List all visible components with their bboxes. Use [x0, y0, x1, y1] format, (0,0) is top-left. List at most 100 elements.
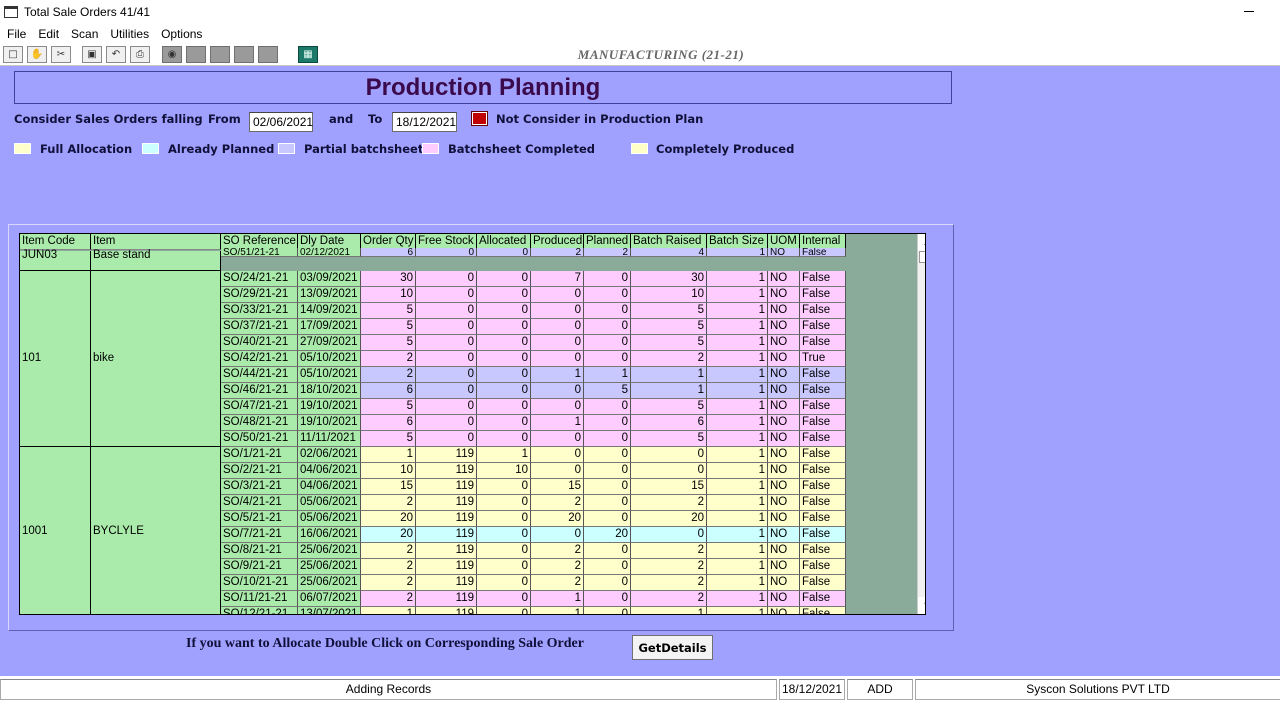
grid-cell[interactable]: 13/07/2021 [298, 607, 361, 614]
grid-cell[interactable]: False [800, 543, 846, 559]
grid-cell[interactable]: 0 [531, 399, 584, 415]
grid-cell[interactable]: NO [768, 559, 800, 575]
grid-cell[interactable]: SO/2/21-21 [221, 463, 298, 479]
grid-cell[interactable]: 7 [531, 271, 584, 287]
grid-cell[interactable]: 0 [584, 335, 631, 351]
grid-cell[interactable]: 5 [631, 399, 707, 415]
grid-cell[interactable]: 0 [477, 399, 531, 415]
grid-cell[interactable]: 30 [631, 271, 707, 287]
grid-cell[interactable]: NO [768, 248, 800, 257]
grid-cell[interactable]: False [800, 287, 846, 303]
grid-cell[interactable]: 2 [584, 248, 631, 257]
item-name-cell[interactable]: bike [91, 271, 221, 447]
sales-order-grid[interactable]: Item Code Item SO Reference Dly Date Order Q… [19, 233, 926, 615]
grid-cell[interactable]: False [800, 271, 846, 287]
grid-cell[interactable]: 1 [531, 367, 584, 383]
grid-cell[interactable]: NO [768, 463, 800, 479]
grid-cell[interactable]: 20 [531, 511, 584, 527]
grid-cell[interactable]: False [800, 479, 846, 495]
grid-cell[interactable]: 5 [631, 335, 707, 351]
grid-cell[interactable]: False [800, 463, 846, 479]
from-date-input[interactable]: 02/06/2021 [249, 112, 313, 132]
grid-cell[interactable]: 0 [584, 415, 631, 431]
grid-cell[interactable]: False [800, 383, 846, 399]
grid-cell[interactable]: 0 [584, 463, 631, 479]
grid-cell[interactable]: 20 [361, 527, 416, 543]
item-name-cell[interactable]: Base stand [91, 249, 221, 271]
grid-cell[interactable]: 5 [361, 319, 416, 335]
grid-cell[interactable]: 2 [531, 495, 584, 511]
grid-cell[interactable]: 0 [584, 447, 631, 463]
grid-cell[interactable]: SO/51/21-21 [221, 248, 298, 257]
grid-cell[interactable]: False [800, 511, 846, 527]
grid-cell[interactable]: NO [768, 319, 800, 335]
grid-cell[interactable]: False [800, 591, 846, 607]
grid-cell[interactable]: False [800, 415, 846, 431]
grid-cell[interactable]: 0 [416, 399, 477, 415]
grid-cell[interactable]: 6 [361, 248, 416, 257]
grid-cell[interactable]: SO/1/21-21 [221, 447, 298, 463]
grid-cell[interactable]: 0 [584, 559, 631, 575]
grid-cell[interactable]: NO [768, 527, 800, 543]
grid-cell[interactable]: False [800, 367, 846, 383]
grid-cell[interactable]: 1 [584, 367, 631, 383]
grid-cell[interactable]: 0 [584, 431, 631, 447]
grid-cell[interactable]: False [800, 607, 846, 614]
grid-cell[interactable]: SO/4/21-21 [221, 495, 298, 511]
grid-cell[interactable]: 18/10/2021 [298, 383, 361, 399]
grid-cell[interactable]: 0 [416, 431, 477, 447]
grid-cell[interactable]: 5 [631, 303, 707, 319]
grid-cell[interactable]: 15 [531, 479, 584, 495]
grid-cell[interactable]: 05/06/2021 [298, 495, 361, 511]
item-code-cell[interactable]: 1001 [20, 447, 91, 614]
undo-icon[interactable]: ↶ [106, 46, 126, 63]
grid-cell[interactable]: 0 [477, 271, 531, 287]
save-icon[interactable]: ▣ [82, 46, 102, 63]
grid-cell[interactable]: 1 [631, 383, 707, 399]
grid-cell[interactable]: 0 [416, 351, 477, 367]
grid-cell[interactable]: 119 [416, 495, 477, 511]
menu-edit[interactable]: Edit [32, 27, 65, 41]
grid-cell[interactable]: 1 [707, 447, 768, 463]
grid-cell[interactable]: 30 [361, 271, 416, 287]
grid-cell[interactable]: 5 [584, 383, 631, 399]
grid-cell[interactable]: 0 [531, 335, 584, 351]
grid-cell[interactable]: 0 [584, 271, 631, 287]
grid-cell[interactable]: 119 [416, 575, 477, 591]
grid-cell[interactable]: 0 [584, 511, 631, 527]
grid-cell[interactable]: NO [768, 575, 800, 591]
grid-cell[interactable]: 06/07/2021 [298, 591, 361, 607]
grid-cell[interactable]: NO [768, 479, 800, 495]
grid-cell[interactable]: 0 [531, 351, 584, 367]
grid-cell[interactable]: NO [768, 511, 800, 527]
grid-cell[interactable]: NO [768, 367, 800, 383]
grid-cell[interactable]: 0 [477, 367, 531, 383]
grid-cell[interactable]: 119 [416, 543, 477, 559]
grid-cell[interactable]: NO [768, 399, 800, 415]
grid-cell[interactable]: 0 [416, 367, 477, 383]
grid-cell[interactable]: 1 [631, 607, 707, 614]
grid-cell[interactable]: 0 [477, 495, 531, 511]
calculator-icon[interactable]: ▦ [298, 46, 318, 63]
grid-cell[interactable]: 0 [416, 383, 477, 399]
grid-cell[interactable]: 0 [531, 431, 584, 447]
grid-cell[interactable]: SO/48/21-21 [221, 415, 298, 431]
grid-cell[interactable]: 04/06/2021 [298, 463, 361, 479]
grid-cell[interactable]: 04/06/2021 [298, 479, 361, 495]
grid-cell[interactable]: 0 [631, 463, 707, 479]
grid-cell[interactable]: 02/06/2021 [298, 447, 361, 463]
grid-cell[interactable]: 1 [707, 527, 768, 543]
grid-cell[interactable]: 2 [631, 495, 707, 511]
grid-cell[interactable]: 1 [707, 607, 768, 614]
grid-cell[interactable]: 0 [477, 559, 531, 575]
grid-cell[interactable]: 5 [631, 431, 707, 447]
grid-cell[interactable]: 25/06/2021 [298, 575, 361, 591]
grid-cell[interactable]: SO/5/21-21 [221, 511, 298, 527]
grid-cell[interactable]: NO [768, 415, 800, 431]
grid-cell[interactable]: False [800, 303, 846, 319]
menu-options[interactable]: Options [155, 27, 208, 41]
grid-cell[interactable]: SO/8/21-21 [221, 543, 298, 559]
grid-cell[interactable]: NO [768, 303, 800, 319]
grid-cell[interactable]: SO/10/21-21 [221, 575, 298, 591]
grid-cell[interactable]: 0 [477, 527, 531, 543]
